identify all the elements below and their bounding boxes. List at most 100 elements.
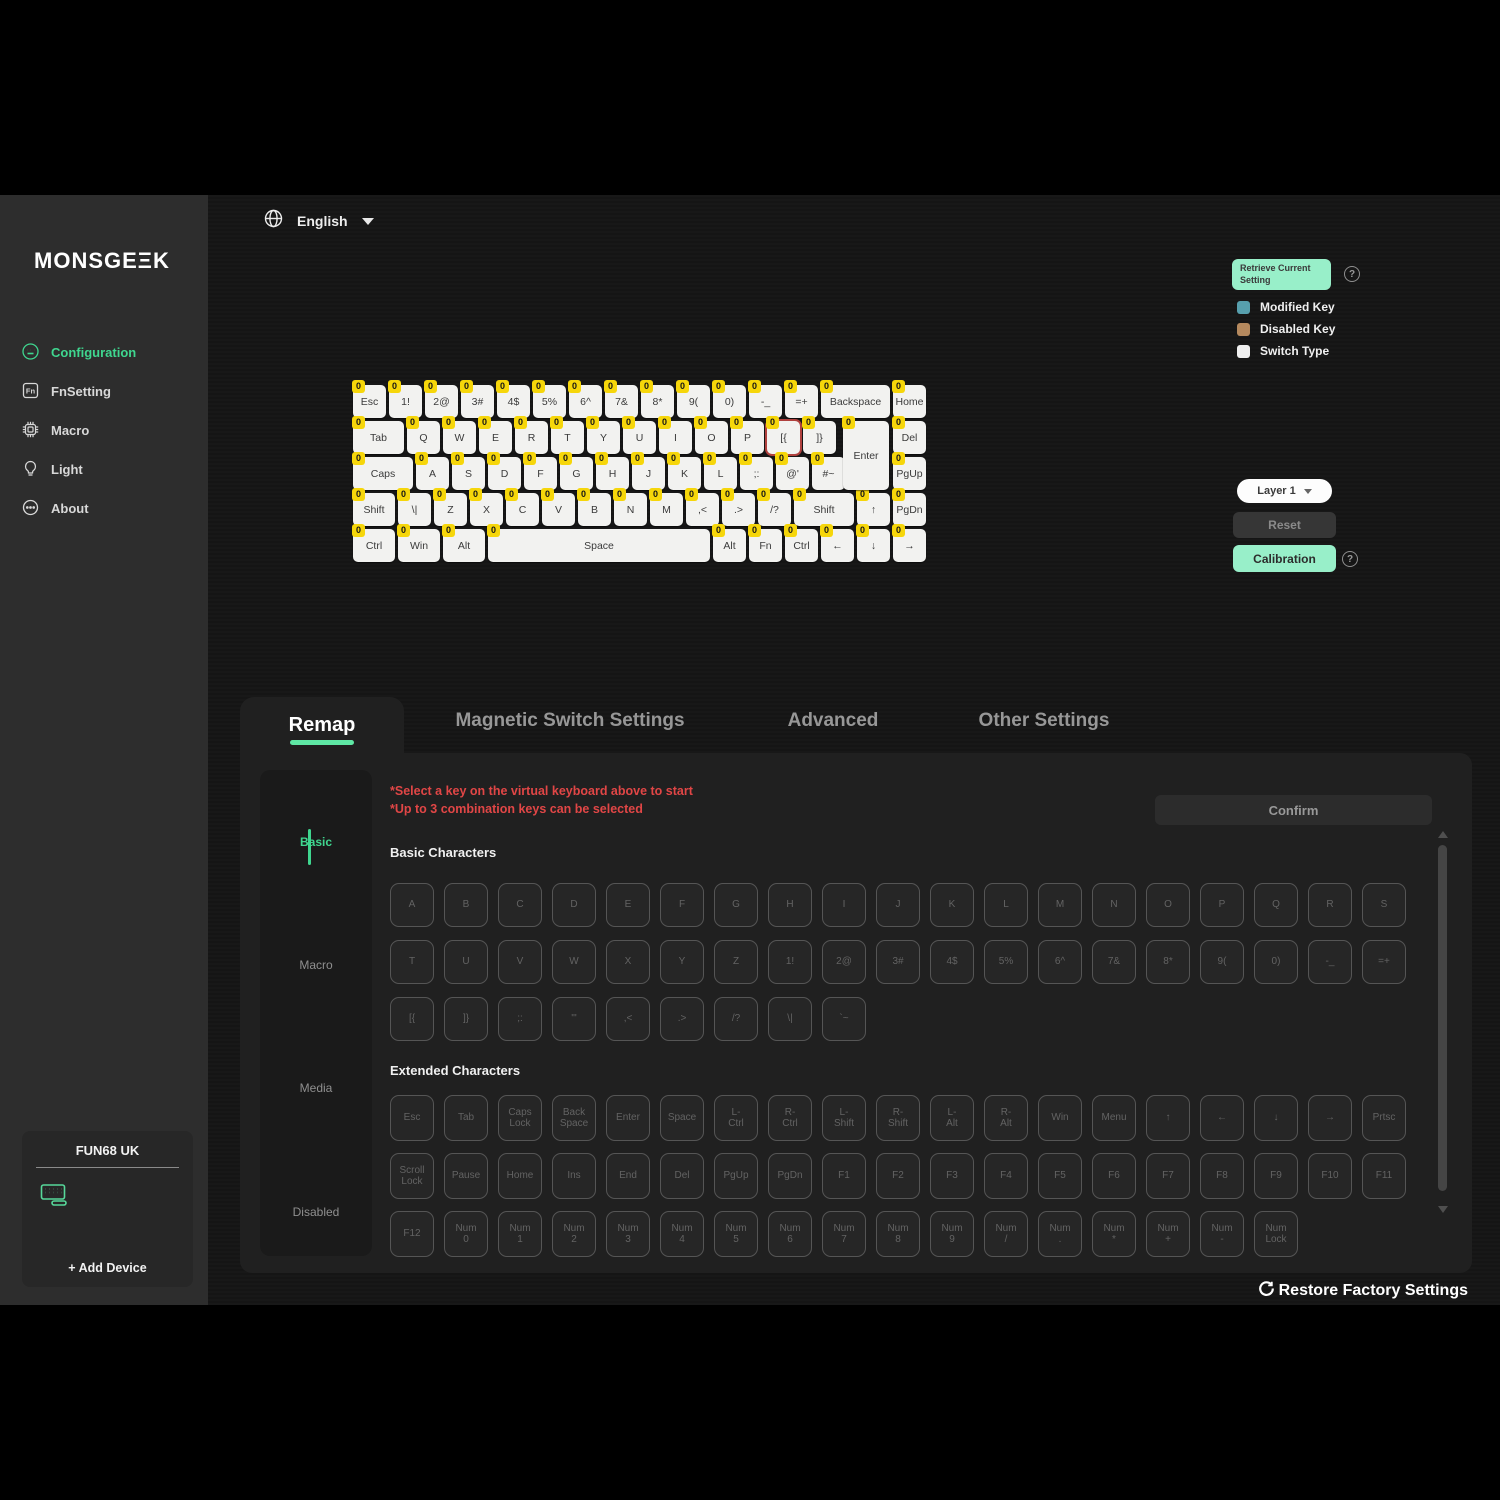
help-icon[interactable]: ? xyxy=(1342,551,1358,567)
remap-key[interactable]: Z xyxy=(714,940,758,984)
remap-key[interactable]: → xyxy=(1308,1095,1352,1141)
remap-key[interactable]: A xyxy=(390,883,434,927)
remap-key[interactable]: -_ xyxy=(1308,940,1352,984)
virtual-key-enter[interactable]: Enter0 xyxy=(843,421,889,490)
remap-key[interactable]: Home xyxy=(498,1153,542,1199)
virtual-key[interactable]: Backspace0 xyxy=(821,385,890,418)
remap-key[interactable]: G xyxy=(714,883,758,927)
remap-key[interactable]: K xyxy=(930,883,974,927)
virtual-key[interactable]: Esc0 xyxy=(353,385,386,418)
remap-key[interactable]: F1 xyxy=(822,1153,866,1199)
virtual-key[interactable]: Home0 xyxy=(893,385,926,418)
remap-key[interactable]: 8* xyxy=(1146,940,1190,984)
remap-key[interactable]: Num 6 xyxy=(768,1211,812,1257)
remap-key[interactable]: `~ xyxy=(822,997,866,1041)
remap-key[interactable]: 5% xyxy=(984,940,1028,984)
remap-key[interactable]: F xyxy=(660,883,704,927)
remap-key[interactable]: ↓ xyxy=(1254,1095,1298,1141)
virtual-key[interactable]: 3#0 xyxy=(461,385,494,418)
remap-key[interactable]: Menu xyxy=(1092,1095,1136,1141)
virtual-key[interactable]: PgUp0 xyxy=(893,457,926,490)
remap-key[interactable]: Ins xyxy=(552,1153,596,1199)
remap-key[interactable]: B xyxy=(444,883,488,927)
remap-key[interactable]: ;: xyxy=(498,997,542,1041)
remap-key[interactable]: 1! xyxy=(768,940,812,984)
scroll-up-arrow-icon[interactable] xyxy=(1438,831,1448,838)
remap-key[interactable]: Num 8 xyxy=(876,1211,920,1257)
virtual-key[interactable]: 5%0 xyxy=(533,385,566,418)
remap-key[interactable]: Caps Lock xyxy=(498,1095,542,1141)
virtual-key[interactable]: N0 xyxy=(614,493,647,526)
remap-key[interactable]: 9( xyxy=(1200,940,1244,984)
category-disabled[interactable]: Disabled xyxy=(260,1205,372,1219)
tab-remap[interactable]: Remap xyxy=(240,697,404,753)
virtual-key[interactable]: 2@0 xyxy=(425,385,458,418)
virtual-key[interactable]: 0)0 xyxy=(713,385,746,418)
virtual-key[interactable]: W0 xyxy=(443,421,476,454)
remap-key[interactable]: R- Alt xyxy=(984,1095,1028,1141)
remap-key[interactable]: .> xyxy=(660,997,704,1041)
remap-key[interactable]: M xyxy=(1038,883,1082,927)
help-icon[interactable]: ? xyxy=(1344,266,1360,282)
virtual-key[interactable]: Alt0 xyxy=(713,529,746,562)
virtual-key[interactable]: 1!0 xyxy=(389,385,422,418)
remap-key[interactable]: Esc xyxy=(390,1095,434,1141)
remap-key[interactable]: Enter xyxy=(606,1095,650,1141)
remap-key[interactable]: P xyxy=(1200,883,1244,927)
panel-scrollbar[interactable] xyxy=(1437,831,1449,1251)
virtual-key[interactable]: V0 xyxy=(542,493,575,526)
virtual-key[interactable]: F0 xyxy=(524,457,557,490)
virtual-key[interactable]: ↓0 xyxy=(857,529,890,562)
sidebar-item-macro[interactable]: Macro xyxy=(0,411,208,450)
remap-key[interactable]: N xyxy=(1092,883,1136,927)
category-media[interactable]: Media xyxy=(260,1081,372,1095)
virtual-key[interactable]: 4$0 xyxy=(497,385,530,418)
remap-key[interactable]: L- Alt xyxy=(930,1095,974,1141)
virtual-key[interactable]: Win0 xyxy=(398,529,440,562)
remap-key[interactable]: PgDn xyxy=(768,1153,812,1199)
tab-magnetic-switch-settings[interactable]: Magnetic Switch Settings xyxy=(455,710,684,732)
remap-key[interactable]: /? xyxy=(714,997,758,1041)
virtual-key[interactable]: G0 xyxy=(560,457,593,490)
remap-key[interactable]: Num 2 xyxy=(552,1211,596,1257)
remap-key[interactable]: Num 0 xyxy=(444,1211,488,1257)
remap-key[interactable]: [{ xyxy=(390,997,434,1041)
remap-key[interactable]: PgUp xyxy=(714,1153,758,1199)
remap-key[interactable]: F10 xyxy=(1308,1153,1352,1199)
remap-key[interactable]: L- Shift xyxy=(822,1095,866,1141)
scroll-down-arrow-icon[interactable] xyxy=(1438,1206,1448,1213)
virtual-key[interactable]: H0 xyxy=(596,457,629,490)
virtual-key[interactable]: \|0 xyxy=(398,493,431,526)
remap-key[interactable]: F4 xyxy=(984,1153,1028,1199)
virtual-key[interactable]: →0 xyxy=(893,529,926,562)
remap-key[interactable]: H xyxy=(768,883,812,927)
remap-key[interactable]: F7 xyxy=(1146,1153,1190,1199)
remap-key[interactable]: Num 9 xyxy=(930,1211,974,1257)
remap-key[interactable]: Num * xyxy=(1092,1211,1136,1257)
remap-key[interactable]: '" xyxy=(552,997,596,1041)
remap-key[interactable]: X xyxy=(606,940,650,984)
virtual-key[interactable]: O0 xyxy=(695,421,728,454)
virtual-key[interactable]: Q0 xyxy=(407,421,440,454)
virtual-key[interactable]: Alt0 xyxy=(443,529,485,562)
remap-key[interactable]: Pause xyxy=(444,1153,488,1199)
virtual-key[interactable]: Tab0 xyxy=(353,421,404,454)
remap-key[interactable]: F12 xyxy=(390,1211,434,1257)
calibration-button[interactable]: Calibration xyxy=(1233,545,1336,572)
virtual-key[interactable]: Z0 xyxy=(434,493,467,526)
virtual-key[interactable]: ←0 xyxy=(821,529,854,562)
virtual-key[interactable]: @'0 xyxy=(776,457,809,490)
remap-key[interactable]: Y xyxy=(660,940,704,984)
virtual-key[interactable]: ]}0 xyxy=(803,421,836,454)
remap-key[interactable]: U xyxy=(444,940,488,984)
remap-key[interactable]: F9 xyxy=(1254,1153,1298,1199)
remap-key[interactable]: ← xyxy=(1200,1095,1244,1141)
virtual-key[interactable]: E0 xyxy=(479,421,512,454)
virtual-key[interactable]: PgDn0 xyxy=(893,493,926,526)
tab-advanced[interactable]: Advanced xyxy=(788,710,879,732)
remap-key[interactable]: Del xyxy=(660,1153,704,1199)
tab-other-settings[interactable]: Other Settings xyxy=(979,710,1110,732)
remap-key[interactable]: \| xyxy=(768,997,812,1041)
virtual-key[interactable]: L0 xyxy=(704,457,737,490)
virtual-key[interactable]: B0 xyxy=(578,493,611,526)
